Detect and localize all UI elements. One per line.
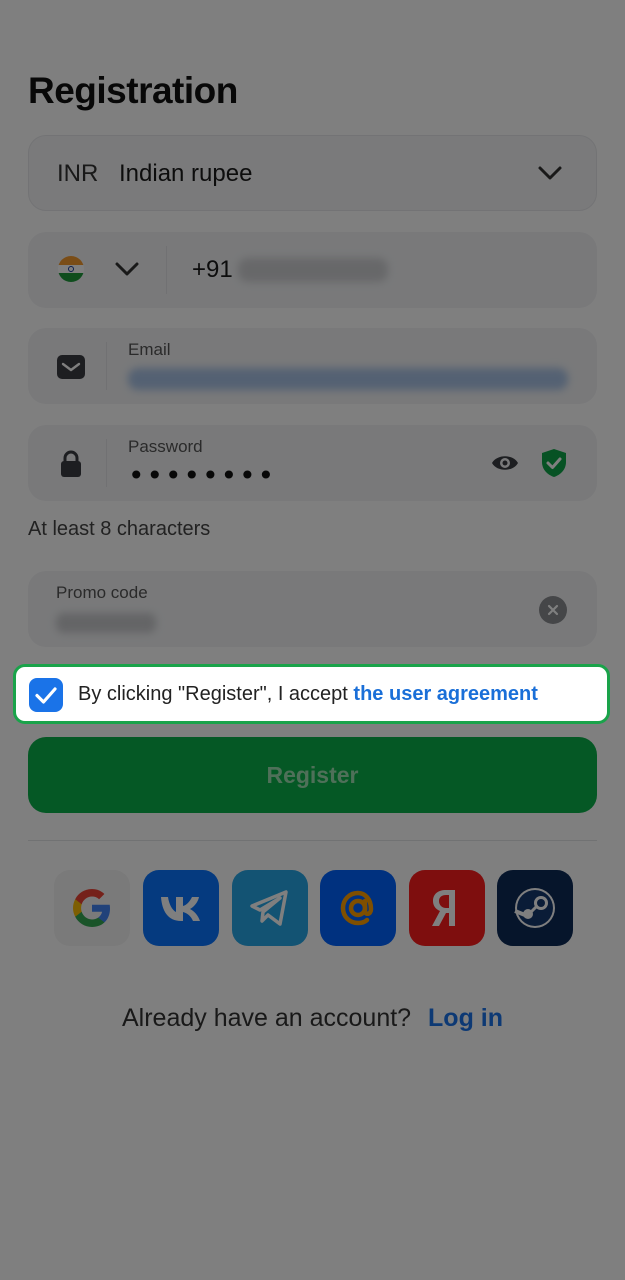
checkmark-icon [35, 687, 57, 704]
agreement-text: By clicking "Register", I accept the use… [78, 683, 538, 706]
user-agreement-row[interactable]: By clicking "Register", I accept the use… [13, 664, 610, 724]
user-agreement-link[interactable]: the user agreement [353, 683, 538, 705]
agreement-prefix: By clicking "Register", I accept [78, 683, 354, 705]
registration-page: Registration INR Indian rupee +91 Email [0, 0, 625, 1280]
agreement-checkbox[interactable] [29, 678, 63, 712]
dim-overlay [0, 0, 625, 1280]
